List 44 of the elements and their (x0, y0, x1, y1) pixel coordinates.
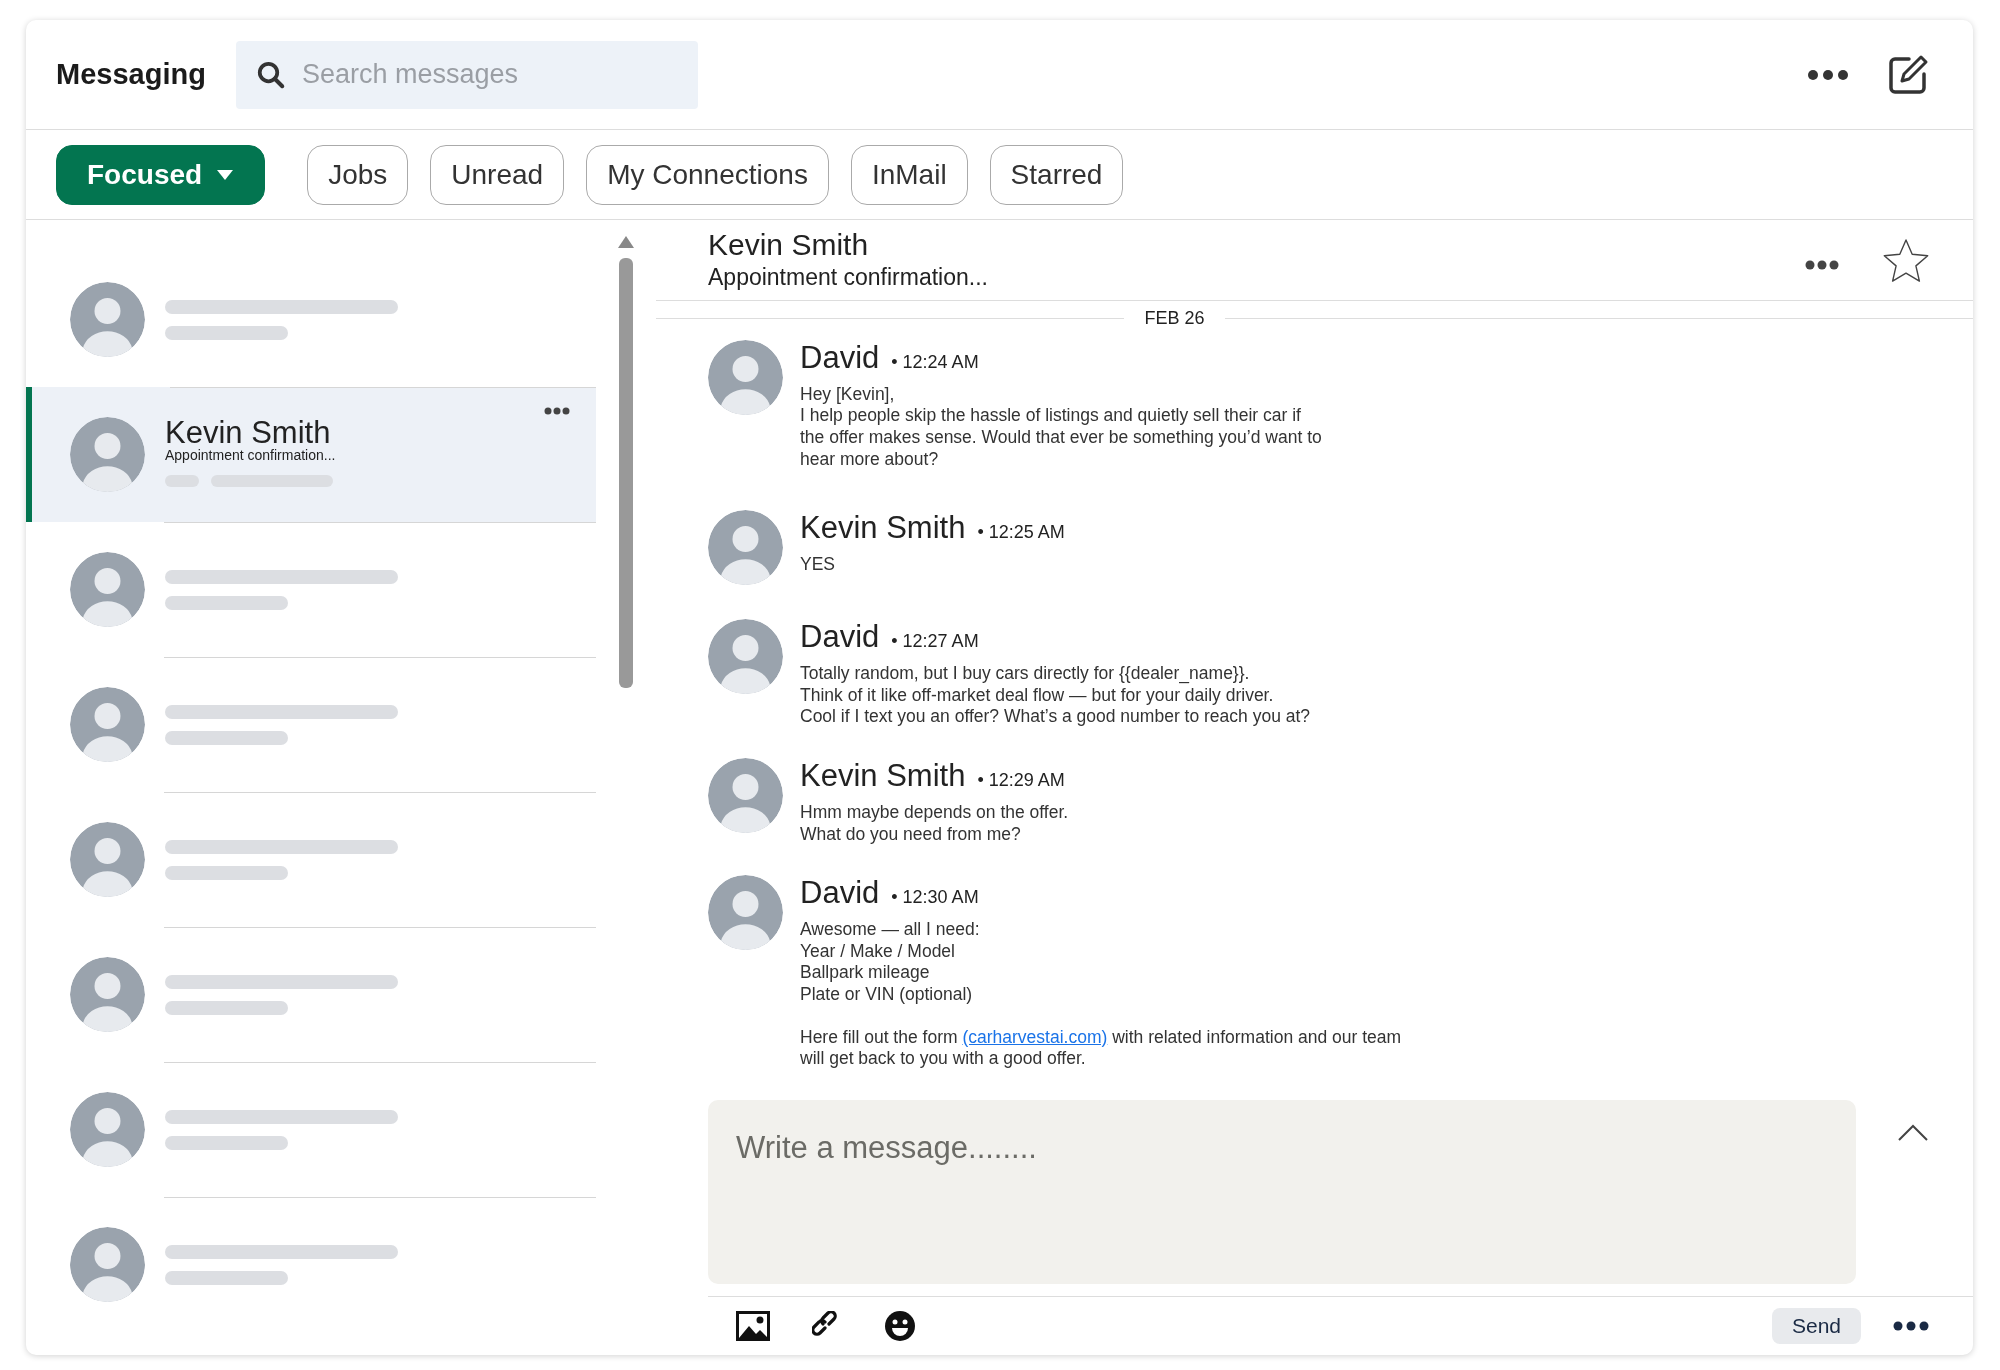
more-icon (1807, 68, 1849, 81)
more-button[interactable] (1807, 68, 1849, 81)
chevron-up-icon[interactable] (1898, 1123, 1928, 1142)
filter-tab[interactable]: Unread (430, 144, 565, 205)
image-icon[interactable] (736, 1311, 770, 1342)
filter-tab[interactable]: Jobs (307, 144, 409, 205)
scroll-up-arrow-icon[interactable] (618, 236, 634, 248)
emoji-icon[interactable] (884, 1310, 916, 1343)
compose-icon (1887, 53, 1929, 96)
message-time: • 12:27 AM (891, 631, 979, 653)
filter-tab[interactable]: My Connections (586, 144, 829, 205)
message-text: Hmm maybe depends on the offer. What do you need from me? (800, 802, 1069, 846)
website-link[interactable]: (carharvestai.com) (962, 1026, 1108, 1047)
more-icon[interactable] (1805, 259, 1839, 270)
message-time: • 12:29 AM (977, 770, 1065, 791)
message-text: Awesome — all I need: Year / Make / Model Ballpark mileage Plate or VIN (optional) (800, 919, 981, 1006)
send-button[interactable]: Send (1771, 1308, 1861, 1345)
sender-name: David (800, 619, 880, 656)
message-text: Here fill out the form (carharvestai.com) with related information and our team will get back to you with a good offer. (800, 1026, 1402, 1070)
thread-contact-name: Kevin Smith (708, 228, 870, 263)
message-time: • 12:25 AM (977, 522, 1065, 544)
sender-name: Kevin Smith (800, 758, 966, 794)
message-text: YES (800, 554, 837, 576)
sender-name: David (800, 339, 880, 376)
more-icon[interactable] (544, 407, 570, 415)
caret-icon (216, 168, 235, 181)
filter-dropdown[interactable]: Focused (56, 144, 266, 205)
message-time: • 12:24 AM (891, 351, 979, 373)
filter-tab[interactable]: Starred (989, 144, 1124, 205)
more-icon[interactable] (1893, 1321, 1929, 1332)
sender-name: David (800, 875, 880, 912)
conversation-item[interactable]: Kevin Smith Appointment confirmation... (26, 387, 596, 522)
message-text: Hey [Kevin], I help people skip the hassle of listings and quietly sell their car if the offer makes sense. Would that ever be something you’d want to hear more about? (800, 383, 1322, 471)
message-text: Totally random, but I buy cars directly for {{dealer_name}}. Think of it like off-market deal flow — but for your daily driver. Cool if I text you an offer? What’s a good number to reach you at? (800, 663, 1311, 728)
filter-tab[interactable]: InMail (850, 144, 968, 205)
star-icon[interactable] (1883, 237, 1929, 282)
thread-subject: Appointment confirmation... (708, 264, 989, 292)
search-field[interactable]: Search messages (235, 40, 698, 109)
page-title: Messaging (56, 58, 206, 91)
message-time: • 12:30 AM (891, 887, 979, 909)
scrollbar-thumb[interactable] (619, 258, 633, 688)
message-input[interactable]: Write a message........ (708, 1099, 1856, 1284)
sender-name: Kevin Smith (800, 510, 966, 547)
compose-button[interactable] (1887, 53, 1929, 96)
